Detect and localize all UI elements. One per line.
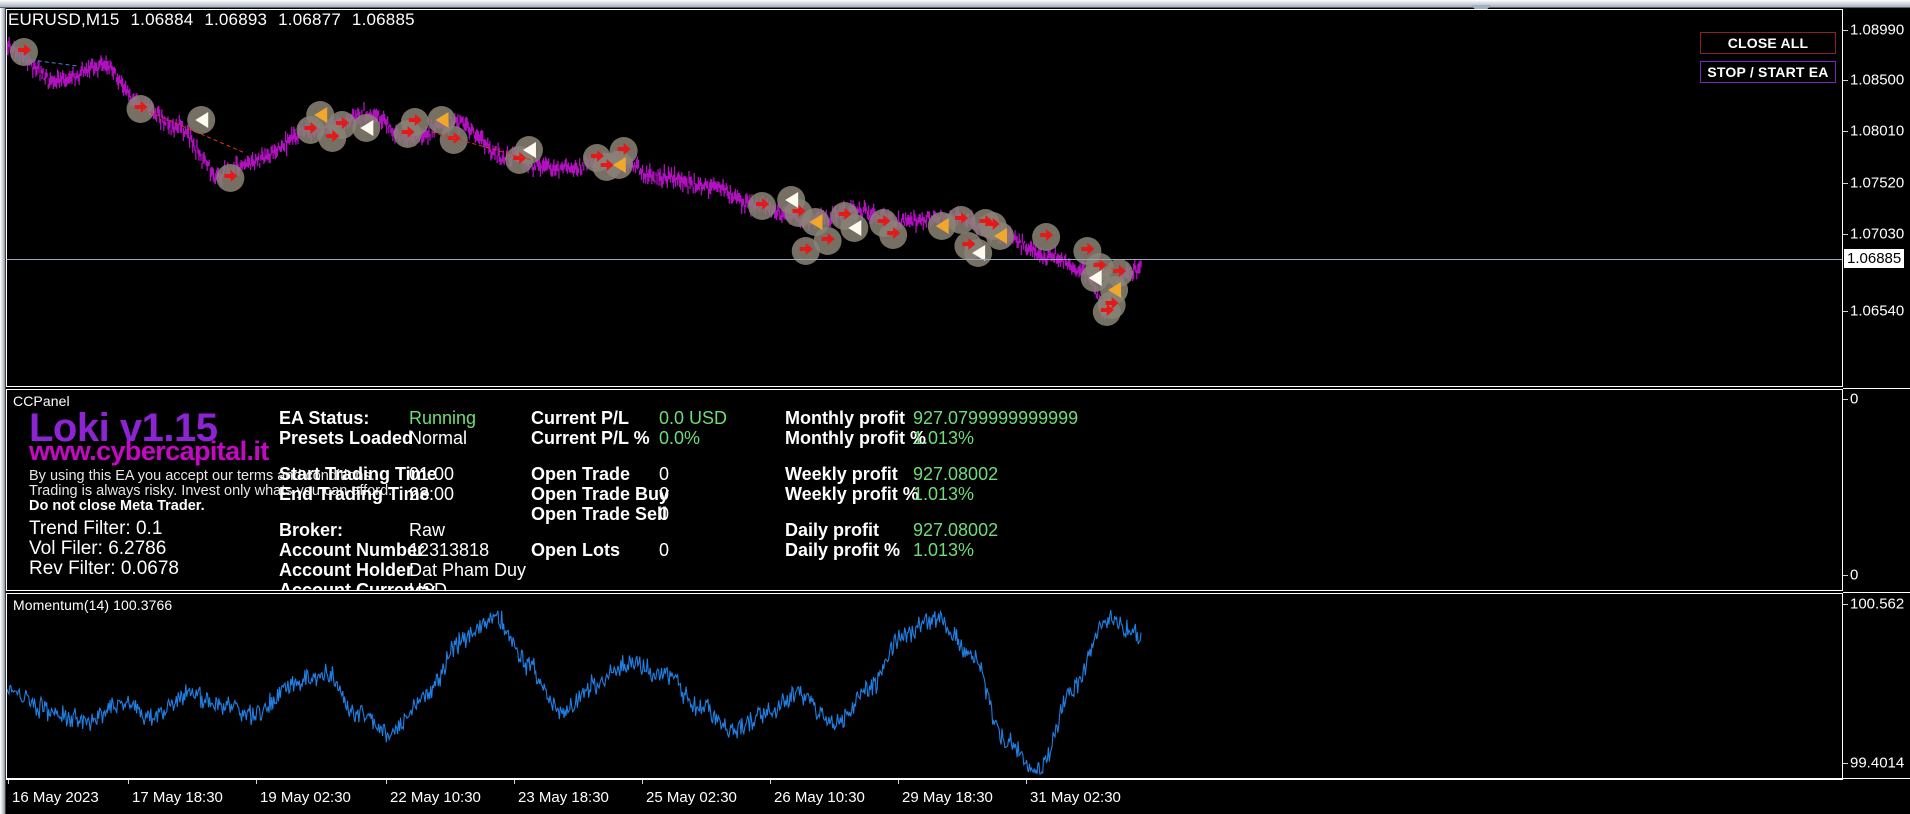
trades-value: 0 [659,540,669,561]
time-tick-3: 22 May 10:30 [390,789,481,806]
momentum-series-chart [7,594,1842,778]
momentum-title: Momentum(14) 100.3766 [13,597,172,613]
current-price-line [7,259,1842,260]
rev-filter-value: Rev Filter: 0.0678 [29,558,179,580]
status-value: Dat Pham Duy [409,560,526,581]
time-tick-8: 31 May 02:30 [1030,789,1121,806]
trades-key: Open Trade [531,464,630,485]
close-all-button[interactable]: CLOSE ALL [1700,32,1836,54]
quote-low: 1.06877 [278,10,341,29]
time-tick-6: 26 May 10:30 [774,789,865,806]
status-value: Running [409,408,476,429]
current-price-tag: 1.06885 [1844,249,1904,268]
vol-filter-value: Vol Filer: 6.2786 [29,538,166,560]
time-tick-5: 25 May 02:30 [646,789,737,806]
ccpanel-body: Loki v1.15 www.cybercapital.it By using … [7,390,1842,590]
brand-url[interactable]: www.cybercapital.it [29,438,269,465]
profit-key: Daily profit % [785,540,900,561]
trades-key: Open Lots [531,540,620,561]
price-tick-2: 1.08010 [1850,123,1904,140]
profit-value: 1.013% [913,484,974,505]
ccpanel-pane[interactable]: CCPanel Loki v1.15 www.cybercapital.it B… [6,389,1843,591]
status-key: Broker: [279,520,343,541]
status-value: 01:00 [409,464,454,485]
trades-key: Current P/L % [531,428,650,449]
price-scale[interactable]: 1.08990 1.08500 1.08010 1.07520 1.07030 1.065… [1843,9,1910,387]
trades-key: Open Trade Buy [531,484,669,505]
price-tick-3: 1.07520 [1850,175,1904,192]
time-tick-7: 29 May 18:30 [902,789,993,806]
trades-value: 0 [659,484,669,505]
symbol-header: EURUSD,M15 1.06884 1.06893 1.06877 1.068… [8,10,415,30]
profit-value: 1.013% [913,428,974,449]
price-tick-0: 1.08990 [1850,22,1904,39]
ccpanel-scale: 00 [1843,389,1910,591]
trades-value: 0 [659,464,669,485]
profit-key: Weekly profit [785,464,898,485]
momentum-pane[interactable]: Momentum(14) 100.3766 [6,593,1843,779]
price-chart-pane[interactable] [6,9,1843,387]
status-value: USD [409,580,447,591]
trades-value: 0.0% [659,428,700,449]
quote-open: 1.06884 [131,10,194,29]
ccpanel-tick-0: 0 [1850,391,1858,408]
momentum-tick-0: 100.562 [1850,596,1904,613]
price-tick-4: 1.07030 [1850,226,1904,243]
momentum-scale[interactable]: 100.562 99.4014 [1843,593,1910,779]
profit-key: Daily profit [785,520,879,541]
time-tick-1: 17 May 18:30 [132,789,223,806]
status-value: 12313818 [409,540,489,561]
status-key: End Trading Time [279,484,430,505]
profit-key: Weekly profit % [785,484,919,505]
price-series-chart [7,10,1842,386]
status-value: 23:00 [409,484,454,505]
trades-key: Current P/L [531,408,629,429]
status-key: Presets Loaded [279,428,413,449]
trades-key: Open Trade Sell [531,504,667,525]
profit-value: 927.08002 [913,464,998,485]
profit-key: Monthly profit % [785,428,926,449]
window-top-strip [0,0,1910,8]
trades-value: 0.0 USD [659,408,727,429]
price-tick-5: 1.06540 [1850,303,1904,320]
status-key: Account Number [279,540,424,561]
mt4-chart-window: EURUSD,M15 1.06884 1.06893 1.06877 1.068… [0,0,1910,814]
status-value: Raw [409,520,445,541]
time-tick-2: 19 May 02:30 [260,789,351,806]
momentum-tick-1: 99.4014 [1850,755,1904,772]
profit-value: 1.013% [913,540,974,561]
time-tick-4: 23 May 18:30 [518,789,609,806]
time-tick-0: 16 May 2023 [12,789,99,806]
ccpanel-title: CCPanel [13,393,70,409]
profit-value: 927.0799999999999 [913,408,1078,429]
symbol-label: EURUSD,M15 [8,10,120,29]
status-key: Account Holder [279,560,413,581]
quote-high: 1.06893 [204,10,267,29]
quote-close: 1.06885 [352,10,415,29]
trend-filter-value: Trend Filter: 0.1 [29,518,162,540]
status-key: EA Status: [279,408,369,429]
stop-start-ea-button[interactable]: STOP / START EA [1700,61,1836,83]
profit-key: Monthly profit [785,408,905,429]
ccpanel-tick-1: 0 [1850,567,1858,584]
disclaimer-line-3: Do not close Meta Trader. [29,498,205,514]
trades-value: 0 [659,504,669,525]
price-tick-1: 1.08500 [1850,72,1904,89]
time-axis[interactable]: 16 May 2023 17 May 18:30 19 May 02:30 22 Ma… [6,779,1843,814]
profit-value: 927.08002 [913,520,998,541]
status-value: Normal [409,428,467,449]
